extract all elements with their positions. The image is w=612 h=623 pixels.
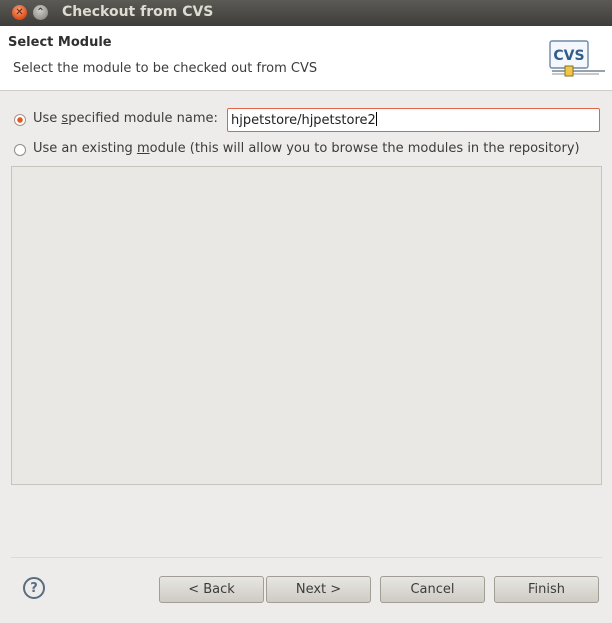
close-icon[interactable]: ✕ <box>12 5 27 20</box>
cancel-button[interactable]: Cancel <box>380 576 485 603</box>
specified-module-label[interactable]: Use specified module name: <box>33 111 218 126</box>
button-bar-separator <box>11 557 602 558</box>
next-button[interactable]: Next > <box>266 576 371 603</box>
specified-module-radio[interactable] <box>14 114 26 126</box>
module-name-input[interactable]: hjpetstore/hjpetstore2 <box>227 108 600 132</box>
maximize-icon[interactable]: ⌃ <box>33 5 48 20</box>
title-bar: ✕ ⌃ Checkout from CVS <box>0 0 612 26</box>
wizard-header: Select Module Select the module to be ch… <box>0 26 612 91</box>
help-icon[interactable]: ? <box>23 577 45 599</box>
cvs-logo-text: CVS <box>553 48 584 64</box>
back-button[interactable]: < Back <box>159 576 264 603</box>
cvs-logo-icon: CVS <box>549 40 605 77</box>
finish-button[interactable]: Finish <box>494 576 599 603</box>
page-title: Select Module <box>8 35 112 50</box>
page-description: Select the module to be checked out from… <box>13 61 318 76</box>
existing-module-radio[interactable] <box>14 144 26 156</box>
window-title: Checkout from CVS <box>62 4 214 20</box>
existing-module-label[interactable]: Use an existing module (this will allow … <box>33 141 580 156</box>
module-tree <box>11 166 602 485</box>
